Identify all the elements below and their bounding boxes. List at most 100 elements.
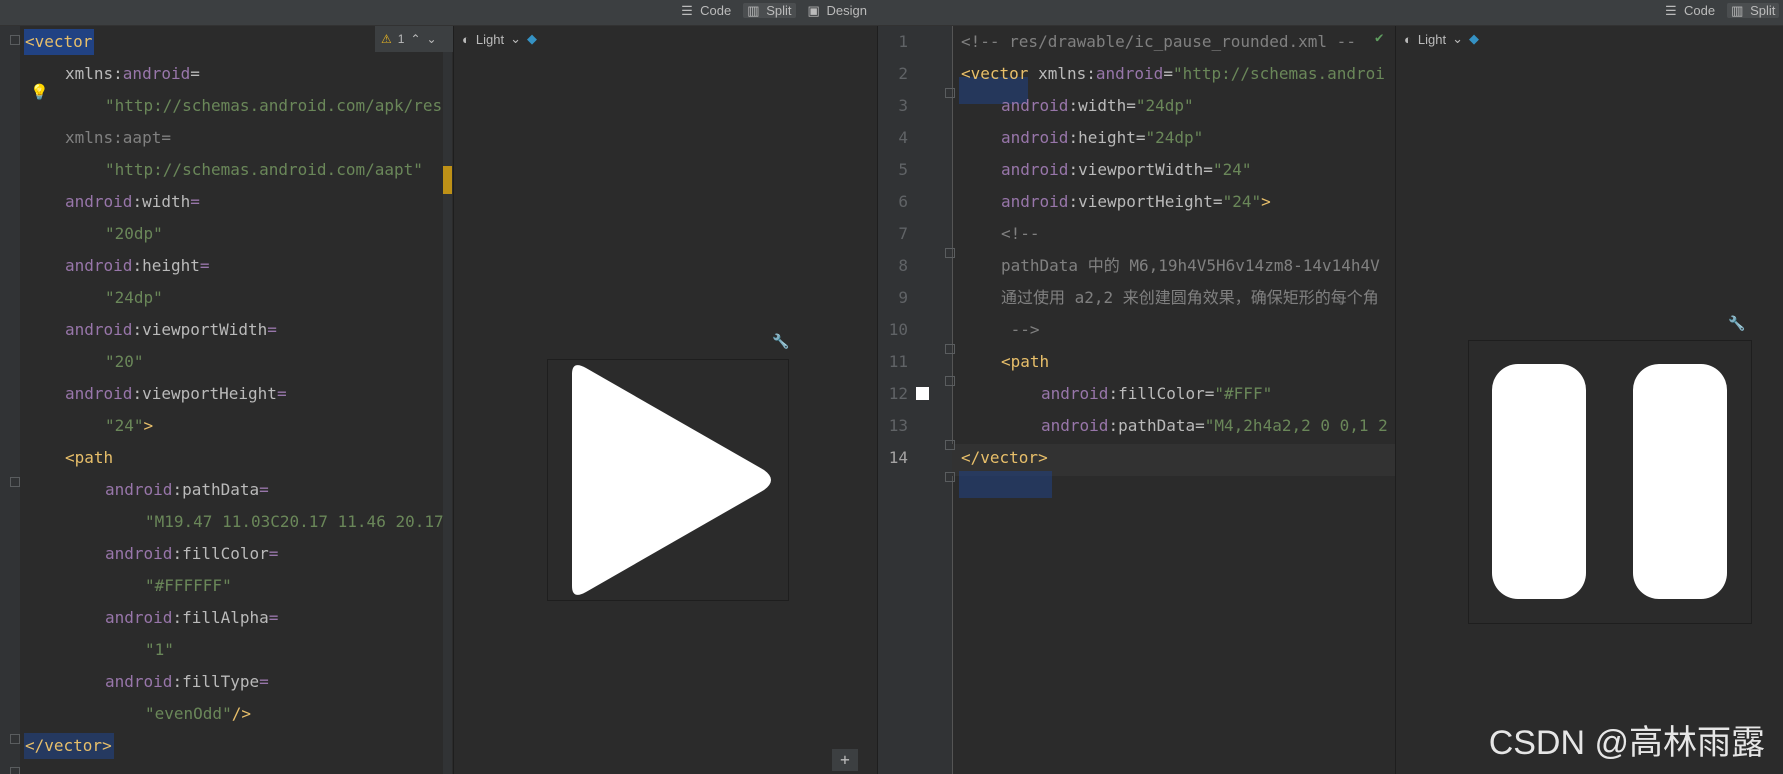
code-token: </vector>: [25, 736, 112, 755]
code-token: "24": [1222, 192, 1262, 211]
fold-marker[interactable]: [945, 248, 955, 258]
code-line[interactable]: xmlns:android=: [65, 58, 200, 90]
image-icon: ▣: [807, 2, 820, 18]
theme-icon: ◐: [1404, 31, 1412, 47]
code-view-button[interactable]: ☰ Code: [677, 2, 735, 19]
code-line[interactable]: <!-- res/drawable/ic_pause_rounded.xml -…: [961, 26, 1356, 58]
code-line[interactable]: android:viewportHeight="24">: [1001, 186, 1271, 218]
split-icon: ▥: [747, 2, 760, 18]
code-line[interactable]: android:viewportWidth="24": [1001, 154, 1251, 186]
code-token: :pathData=: [1108, 416, 1205, 435]
scrollbar-warning-marker[interactable]: [443, 166, 452, 194]
chevron-down-icon[interactable]: ⌄: [1452, 31, 1463, 47]
code-line[interactable]: </vector>: [25, 730, 112, 762]
fold-marker[interactable]: [945, 88, 955, 98]
code-line[interactable]: "24dp": [105, 282, 163, 314]
wrench-icon[interactable]: 🔧: [1728, 316, 1745, 332]
code-token: :fillType: [172, 672, 260, 691]
code-token: :viewportWidth: [132, 320, 268, 339]
code-line[interactable]: android:fillAlpha=: [105, 602, 278, 634]
code-line[interactable]: android:fillColor="#FFF": [1041, 378, 1272, 410]
code-token: "http://schemas.android.com/aapt": [105, 160, 423, 179]
code-line[interactable]: xmlns:aapt=: [65, 122, 171, 154]
code-line[interactable]: android:height="24dp": [1001, 122, 1203, 154]
code-line[interactable]: android:width="24dp": [1001, 90, 1194, 122]
code-line[interactable]: <path: [65, 442, 113, 474]
code-token: "http://schemas.androi: [1172, 64, 1385, 83]
view-mode-toggle: ☰ Code ▥ Split ▣ Design: [677, 3, 871, 18]
code-line[interactable]: android:height=: [65, 250, 210, 282]
fold-marker[interactable]: [10, 477, 20, 487]
code-line[interactable]: "20": [105, 346, 144, 378]
code-line[interactable]: <vector: [25, 26, 92, 58]
code-token: :fillColor: [172, 544, 269, 563]
watermark: CSDN @高林雨露: [1488, 724, 1765, 762]
code-line[interactable]: "#FFFFFF": [145, 570, 232, 602]
code-token: <path: [1001, 352, 1050, 371]
code-line[interactable]: "24">: [105, 410, 153, 442]
scrollbar-track[interactable]: [443, 52, 452, 774]
code-line[interactable]: android:pathData=: [105, 474, 269, 506]
layers-icon[interactable]: ◆: [1469, 31, 1479, 47]
code-line[interactable]: "M19.47 11.03C20.17 11.46 20.17: [145, 506, 444, 538]
code-line[interactable]: <vector xmlns:android="http://schemas.an…: [961, 58, 1385, 90]
code-line[interactable]: android:viewportWidth=: [65, 314, 277, 346]
code-line[interactable]: android:width=: [65, 186, 200, 218]
code-token: "M19.47 11.03C20.17 11.46 20.17: [145, 512, 444, 531]
pause-icon-preview: [1468, 340, 1752, 624]
left-code-editor[interactable]: ⚠ 1 ⌃ ⌄ 💡 <vector xmlns:android= "http://s…: [0, 26, 453, 774]
code-line[interactable]: <path: [1001, 346, 1049, 378]
split-view-button[interactable]: ▥ Split: [743, 2, 796, 18]
code-token: =: [1163, 64, 1173, 83]
code-token: <vector: [961, 64, 1029, 83]
right-code-editor[interactable]: 1 2 3 4 5 6 7 8 9 10 11 12 13 14 <!-- res/drawable/ic…: [877, 26, 1396, 774]
code-token: <!--: [1001, 224, 1040, 243]
fold-marker[interactable]: [945, 440, 955, 450]
code-token: :viewportHeight: [132, 384, 277, 403]
lines-icon: ☰: [681, 2, 693, 18]
code-token: android: [1001, 192, 1069, 211]
preview-toolbar: ◐ Light ⌄ ◆: [1396, 26, 1783, 52]
code-line[interactable]: "http://schemas.android.com/apk/res: [105, 90, 442, 122]
code-line[interactable]: pathData 中的 M6,19h4V5H6v14zm8-14v14h4V: [1001, 250, 1380, 282]
code-line[interactable]: 通过使用 a2,2 来创建圆角效果，确保矩形的每个角: [1001, 282, 1379, 314]
code-token: android: [1041, 384, 1109, 403]
code-view-button[interactable]: ☰ Code: [1661, 3, 1719, 19]
code-token: :viewportWidth=: [1068, 160, 1213, 179]
code-token: "20dp": [105, 224, 163, 243]
fold-marker[interactable]: [945, 376, 955, 386]
code-token: :viewportHeight=: [1068, 192, 1223, 211]
chevron-down-icon[interactable]: ⌄: [510, 31, 521, 47]
code-token: android: [1041, 416, 1109, 435]
code-line[interactable]: android:pathData="M4,2h4a2,2 0 0,1 2: [1041, 410, 1388, 442]
code-token: "M4,2h4a2,2 0 0,1 2: [1204, 416, 1388, 435]
code-token: "24": [105, 416, 144, 435]
code-line[interactable]: android:fillColor=: [105, 538, 278, 570]
code-token: android: [105, 480, 173, 499]
fold-marker[interactable]: [945, 344, 955, 354]
code-line[interactable]: -->: [1001, 314, 1040, 346]
code-token: :width: [132, 192, 191, 211]
design-view-button[interactable]: ▣ Design: [804, 2, 871, 19]
split-view-button[interactable]: ▥ Split: [1727, 3, 1780, 18]
code-token: :width=: [1068, 96, 1136, 115]
zoom-in-button[interactable]: +: [832, 749, 858, 771]
code-line[interactable]: "20dp": [105, 218, 163, 250]
fold-marker[interactable]: [10, 35, 20, 45]
fold-marker[interactable]: [10, 767, 20, 774]
code-line[interactable]: android:fillType=: [105, 666, 269, 698]
right-editor-header: ☰Code ▥Split ▣D: [877, 0, 1783, 26]
wrench-icon[interactable]: 🔧: [772, 334, 789, 350]
fold-marker[interactable]: [945, 472, 955, 482]
code-token: "evenOdd": [145, 704, 232, 723]
fold-marker[interactable]: [10, 734, 20, 744]
layers-icon[interactable]: ◆: [527, 31, 537, 47]
code-line[interactable]: android:viewportHeight=: [65, 378, 287, 410]
code-token: >: [1261, 192, 1271, 211]
code-line[interactable]: "http://schemas.android.com/aapt": [105, 154, 423, 186]
code-line[interactable]: "evenOdd"/>: [145, 698, 251, 730]
code-line[interactable]: </vector>: [961, 442, 1048, 474]
code-line[interactable]: <!--: [1001, 218, 1040, 250]
color-swatch-white[interactable]: [916, 387, 929, 400]
code-line[interactable]: "1": [145, 634, 174, 666]
